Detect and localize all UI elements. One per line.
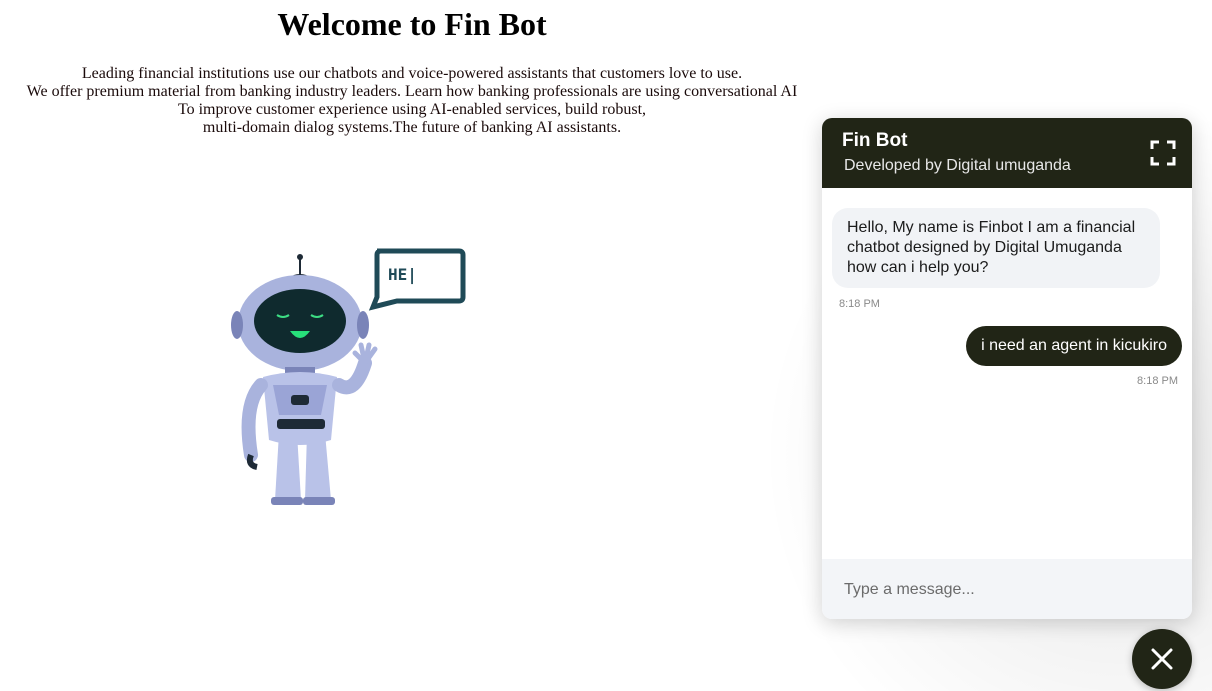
message-timestamp: 8:18 PM bbox=[839, 298, 880, 310]
page-title: Welcome to Fin Bot bbox=[277, 6, 547, 42]
chat-title: Fin Bot bbox=[842, 130, 908, 151]
message-composer bbox=[822, 559, 1192, 619]
chat-widget: Fin Bot Developed by Digital umuganda He… bbox=[822, 118, 1192, 619]
speech-bubble: HE| bbox=[368, 248, 466, 311]
expand-icon bbox=[1150, 140, 1176, 166]
user-message: i need an agent in kicukiro bbox=[966, 326, 1182, 366]
intro-line: Leading financial institutions use our c… bbox=[81, 65, 743, 82]
intro-line: To improve customer experience using AI-… bbox=[177, 101, 647, 118]
robot-image: HE| bbox=[231, 248, 466, 505]
intro-line: We offer premium material from banking i… bbox=[26, 83, 798, 100]
chat-subtitle: Developed by Digital umuganda bbox=[844, 157, 1071, 174]
robot-illustration: HE| bbox=[225, 245, 470, 510]
message-timestamp: 8:18 PM bbox=[1137, 375, 1178, 387]
close-icon bbox=[1151, 648, 1173, 670]
close-chat-button[interactable] bbox=[1132, 629, 1192, 689]
expand-button[interactable] bbox=[1150, 140, 1176, 166]
chat-header: Fin Bot Developed by Digital umuganda bbox=[822, 118, 1192, 188]
intro-line: multi-domain dialog systems.The future o… bbox=[202, 119, 622, 136]
speech-bubble-text: HE| bbox=[388, 265, 417, 285]
message-list: Hello, My name is Finbot I am a financia… bbox=[822, 188, 1192, 559]
intro-text: Leading financial institutions use our c… bbox=[0, 65, 824, 137]
bot-message: Hello, My name is Finbot I am a financia… bbox=[832, 208, 1160, 288]
message-input[interactable] bbox=[842, 575, 1176, 605]
